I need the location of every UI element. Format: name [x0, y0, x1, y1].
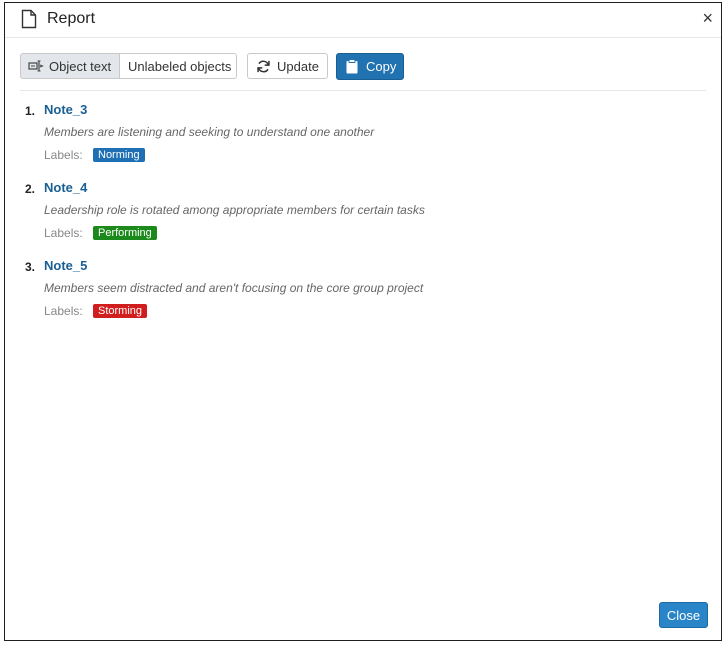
label-badge: Norming	[93, 148, 145, 162]
object-text-toggle[interactable]: Object text	[20, 53, 120, 79]
item-description: Leadership role is rotated among appropr…	[44, 203, 425, 217]
list-item: 1. Note_3 Members are listening and seek…	[25, 102, 701, 182]
item-description: Members are listening and seeking to und…	[44, 125, 375, 139]
list-item: 3. Note_5 Members seem distracted and ar…	[25, 258, 701, 338]
item-number: 1.	[25, 104, 36, 118]
clipboard-icon	[346, 59, 358, 74]
dialog-titlebar: Report ×	[5, 3, 721, 38]
item-description: Members seem distracted and aren't focus…	[44, 281, 424, 295]
document-icon	[21, 9, 37, 29]
labels-prefix: Labels:	[44, 304, 83, 318]
dialog-title: Report	[47, 10, 96, 27]
item-name-link[interactable]: Note_3	[44, 102, 87, 117]
item-name-link[interactable]: Note_5	[44, 258, 87, 273]
object-text-icon	[28, 60, 44, 72]
copy-label: Copy	[366, 59, 397, 74]
close-icon[interactable]: ×	[702, 8, 713, 28]
report-dialog: Report × Object text Unlabeled objects U…	[4, 2, 722, 641]
item-name-link[interactable]: Note_4	[44, 180, 87, 195]
list-item: 2. Note_4 Leadership role is rotated amo…	[25, 180, 701, 260]
refresh-icon	[256, 59, 271, 74]
item-number: 2.	[25, 182, 36, 196]
unlabeled-objects-toggle[interactable]: Unlabeled objects	[119, 53, 237, 79]
labels-prefix: Labels:	[44, 148, 83, 162]
update-button[interactable]: Update	[247, 53, 328, 79]
report-list: 1. Note_3 Members are listening and seek…	[25, 102, 701, 338]
unlabeled-objects-label: Unlabeled objects	[128, 58, 232, 74]
close-button[interactable]: Close	[659, 602, 708, 628]
item-number: 3.	[25, 260, 36, 274]
object-text-label: Object text	[49, 58, 112, 74]
labels-prefix: Labels:	[44, 226, 83, 240]
toolbar-divider	[20, 90, 706, 91]
label-badge: Storming	[93, 304, 148, 318]
label-badge: Performing	[93, 226, 157, 240]
update-label: Update	[277, 58, 319, 74]
copy-button[interactable]: Copy	[336, 53, 404, 80]
